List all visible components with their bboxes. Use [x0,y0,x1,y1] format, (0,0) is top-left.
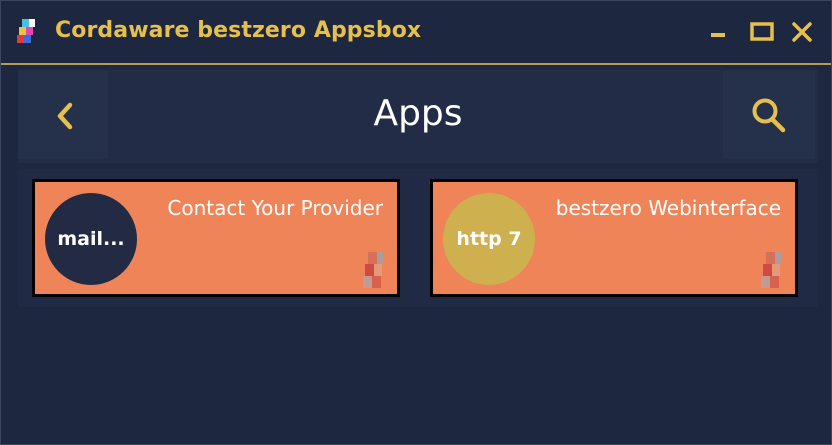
app-window: Cordaware bestzero Appsbox Apps mail... [0,0,832,445]
page-header: Apps [18,69,818,163]
app-tile-title: bestzero Webinterface [555,196,781,220]
search-button[interactable] [723,71,815,159]
appsbox-logo-icon [17,19,35,43]
title-bar[interactable]: Cordaware bestzero Appsbox [1,1,831,65]
page-title: Apps [373,93,463,134]
bestzero-logo-icon [363,252,383,288]
app-tile-title: Contact Your Provider [167,196,383,220]
maximize-icon[interactable] [749,19,777,47]
apps-grid: mail... Contact Your Provider http 7 bes… [18,169,818,307]
app-tile-contact-your-provider[interactable]: mail... Contact Your Provider [32,179,400,297]
close-icon[interactable] [789,19,817,47]
app-badge: http 7 [443,193,535,285]
app-badge: mail... [45,193,137,285]
minimize-icon[interactable] [707,19,735,47]
window-title: Cordaware bestzero Appsbox [55,18,422,43]
bestzero-logo-icon [761,252,781,288]
app-tile-bestzero-webinterface[interactable]: http 7 bestzero Webinterface [430,179,798,297]
search-icon [752,98,786,133]
